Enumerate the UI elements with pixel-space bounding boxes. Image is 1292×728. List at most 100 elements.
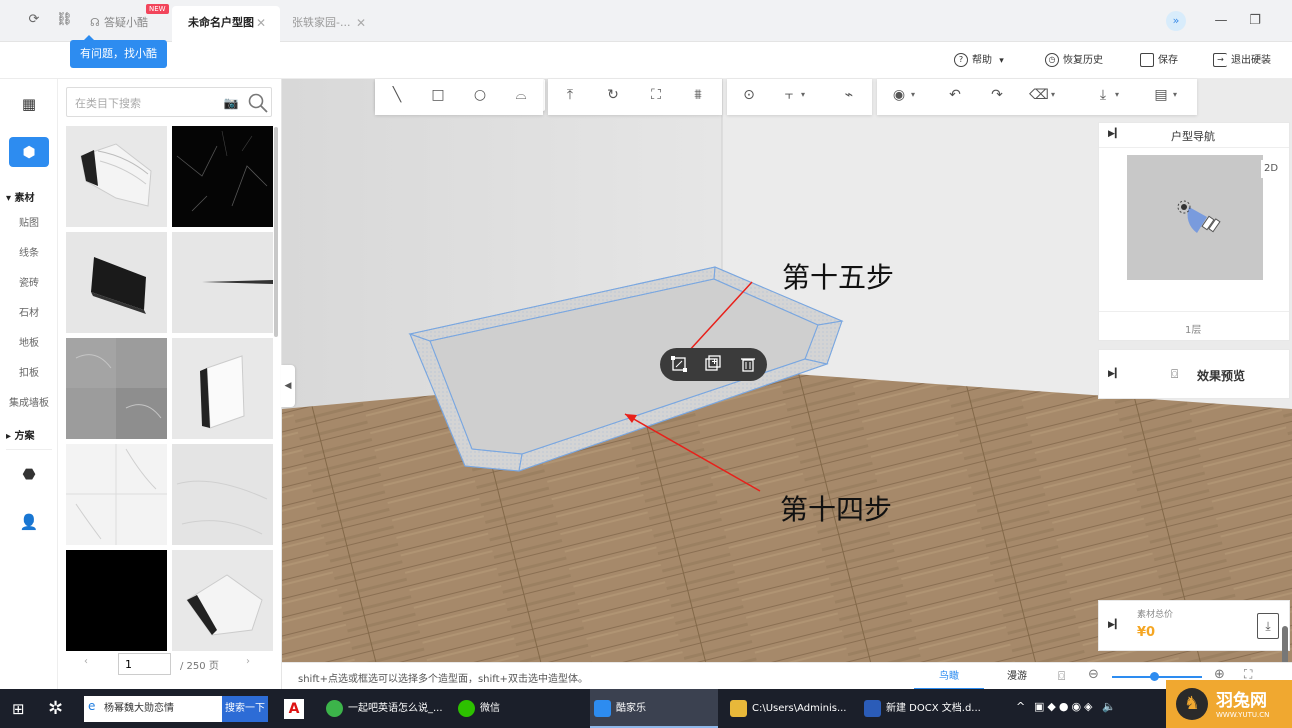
pagination: ‹ / 250 页 ›	[58, 644, 282, 684]
price-value: ¥0	[1137, 625, 1156, 640]
view-tab-birdseye[interactable]: 鸟瞰	[914, 663, 984, 690]
collapse-panel-icon[interactable]: ◀	[281, 365, 295, 407]
ie-icon: e	[88, 699, 96, 713]
material-thumb-baseboard[interactable]	[172, 338, 273, 439]
taskbar-label: C:\Users\Adminis...	[752, 703, 847, 714]
wechat-icon	[458, 700, 475, 717]
search-input[interactable]	[75, 94, 215, 112]
redo-icon[interactable]: ↷	[987, 85, 1007, 105]
measure-tool-icon[interactable]: ⊙	[739, 85, 759, 105]
expand-icon[interactable]: ▶▎	[1108, 369, 1122, 379]
edit-shape-icon[interactable]	[670, 355, 688, 373]
trash-icon[interactable]	[739, 355, 757, 373]
nav-minimap[interactable]	[1127, 155, 1263, 280]
material-thumb-crown-molding-2[interactable]	[172, 550, 273, 651]
camera-icon[interactable]: 📷	[223, 95, 239, 111]
material-thumb-grey-stone[interactable]	[66, 338, 167, 439]
exit-button[interactable]: → 退出硬装	[1213, 52, 1271, 70]
mode-2d-toggle[interactable]: 2D	[1261, 160, 1281, 178]
rail-item-floor[interactable]: 地板	[0, 334, 58, 349]
floor-label[interactable]: 1层	[1185, 321, 1201, 336]
user-icon[interactable]: 👤	[18, 511, 40, 533]
right-scroll-thumb[interactable]	[1282, 626, 1288, 666]
tray-icons[interactable]: ▣◆●◉◈ 🔈	[1034, 700, 1119, 713]
user-avatar[interactable]: »	[1166, 11, 1186, 31]
grid-icon[interactable]: ▦	[18, 93, 40, 115]
category-material[interactable]: ▾ 素材	[6, 189, 35, 204]
view-tab-walk[interactable]: 漫游	[982, 663, 1052, 690]
taskbar-item-wechat[interactable]: 微信	[454, 689, 580, 728]
refresh-icon[interactable]: ⟳	[26, 12, 42, 28]
save-button[interactable]: 保存	[1140, 52, 1178, 70]
expand-icon[interactable]: ▶▎	[1108, 129, 1122, 139]
material-thumb-thin-line[interactable]	[172, 232, 273, 333]
download-icon[interactable]: ⤓	[1093, 85, 1119, 105]
restore-icon[interactable]: ❐	[1246, 12, 1264, 30]
rail-item-panel[interactable]: 扣板	[0, 364, 58, 379]
selection-popup	[660, 348, 767, 381]
rail-item-tile[interactable]: 瓷砖	[0, 274, 58, 289]
taskbar-item-docx[interactable]: 新建 DOCX 文档.d...	[860, 689, 988, 728]
taskbar-item-explorer[interactable]: C:\Users\Adminis...	[726, 689, 852, 728]
rail-item-wallboard[interactable]: 集成墙板	[0, 394, 58, 409]
panel-scrollbar[interactable]	[274, 127, 278, 337]
taskbar-item-browser[interactable]: 一起吧英语怎么说_...	[322, 689, 448, 728]
material-thumb-light-marble[interactable]	[172, 444, 273, 545]
divider	[1099, 311, 1289, 312]
material-thumb-black-board[interactable]	[66, 232, 167, 333]
tray-chevron-icon[interactable]: ^	[1016, 700, 1025, 713]
windows-start-icon[interactable]: ⊞	[12, 700, 25, 718]
camera-icon[interactable]: ⌼	[1058, 669, 1065, 684]
prev-page-icon[interactable]: ‹	[84, 656, 88, 667]
extrude-tool-icon[interactable]: ⤒	[560, 85, 580, 105]
help-button[interactable]: ? 帮助 ▾	[954, 52, 1004, 70]
autocad-icon[interactable]: A	[284, 699, 304, 719]
hexagon-icon[interactable]: ⬣	[18, 463, 40, 485]
eye-icon[interactable]: ◉	[889, 85, 915, 105]
status-bar: shift+点选或框选可以选择多个造型面，shift+双击选中造型体。 鸟瞰 漫…	[282, 662, 1292, 690]
download-list-icon[interactable]: ⤓	[1257, 613, 1279, 639]
effect-preview-panel[interactable]: ▶▎ ⌼ 效果预览	[1098, 349, 1290, 399]
material-thumb-crown-molding[interactable]	[66, 126, 167, 227]
undo-icon[interactable]: ↶	[945, 85, 965, 105]
divider	[1099, 147, 1289, 148]
expand-icon[interactable]: ▶▎	[1108, 620, 1122, 630]
rotate-tool-icon[interactable]: ↻	[603, 85, 623, 105]
material-thumb-black-marble[interactable]	[172, 126, 273, 227]
line-tool-icon[interactable]: ╲	[387, 85, 407, 105]
align-tool-icon[interactable]: ⫟	[779, 85, 805, 105]
rail-item-molding[interactable]: 线条	[0, 244, 58, 259]
tab-active-floorplan[interactable]: 未命名户型图 ✕	[172, 6, 280, 42]
minimize-icon[interactable]: —	[1212, 12, 1230, 30]
taskbar-search-input[interactable]: 杨幂魏大勋恋情	[84, 696, 222, 722]
next-page-icon[interactable]: ›	[246, 656, 250, 667]
rail-item-texture[interactable]: 贴图	[0, 214, 58, 229]
circle-tool-icon[interactable]: ○	[470, 85, 490, 105]
taskbar-search-button[interactable]: 搜索一下	[222, 696, 268, 722]
link-icon[interactable]: ⛓	[56, 12, 73, 28]
close-icon[interactable]: ✕	[356, 6, 366, 40]
frame-tool-icon[interactable]: ⛶	[646, 85, 666, 105]
arc-tool-icon[interactable]: ⌓	[511, 85, 531, 105]
close-icon[interactable]: ✕	[256, 6, 266, 40]
rectangle-tool-icon[interactable]: □	[428, 85, 448, 105]
app-pinwheel-icon[interactable]: ✲	[48, 698, 63, 719]
map-icon[interactable]: ▤	[1151, 85, 1177, 105]
category-plan[interactable]: ▸ 方案	[6, 427, 35, 442]
zoom-slider[interactable]	[1112, 672, 1202, 681]
page-input[interactable]	[118, 653, 171, 675]
eraser-icon[interactable]: ⌫	[1029, 85, 1055, 105]
material-thumb-white-marble[interactable]	[66, 444, 167, 545]
array-tool-icon[interactable]: ⩩	[688, 85, 708, 105]
brush-tool-icon[interactable]: ⌁	[839, 85, 859, 105]
taskbar-item-kujiale[interactable]: 酷家乐	[590, 689, 718, 728]
zoom-out-icon[interactable]: ⊖	[1088, 667, 1099, 682]
zoom-slider-handle[interactable]	[1150, 672, 1159, 681]
search-icon[interactable]	[247, 92, 269, 114]
cube-icon[interactable]: ⬢	[9, 137, 49, 167]
rail-item-stone[interactable]: 石材	[0, 304, 58, 319]
copy-shape-icon[interactable]	[704, 355, 722, 373]
material-thumb-black[interactable]	[66, 550, 167, 651]
history-button[interactable]: ◷ 恢复历史	[1045, 52, 1103, 70]
tab-other-project[interactable]: 张轶家园-... ✕	[276, 6, 376, 42]
